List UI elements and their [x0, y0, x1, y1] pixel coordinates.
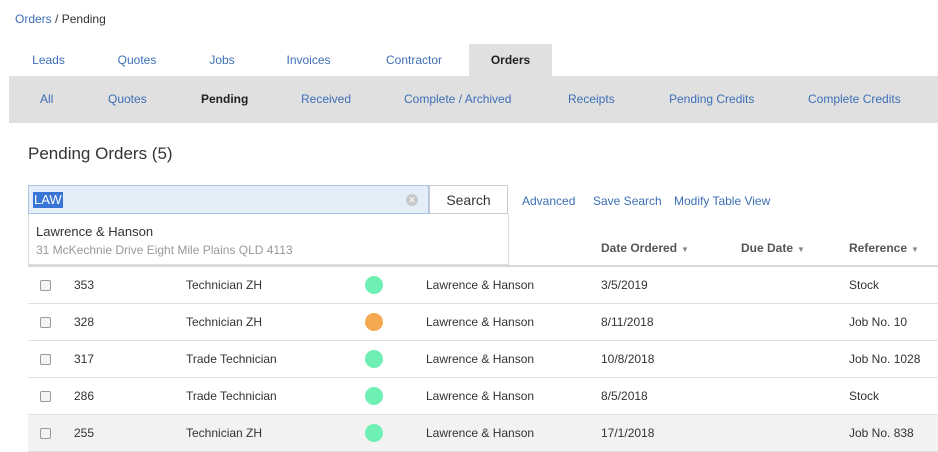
- order-id: 353: [74, 278, 95, 292]
- supplier-name: Lawrence & Hanson: [426, 352, 535, 366]
- staff-name: Technician ZH: [186, 278, 263, 292]
- staff-name: Trade Technician: [186, 389, 277, 403]
- staff-name: Trade Technician: [186, 352, 277, 366]
- row-checkbox[interactable]: [40, 428, 51, 439]
- status-dot: [365, 387, 383, 405]
- date-ordered: 17/1/2018: [601, 426, 655, 440]
- tab-orders[interactable]: Orders: [469, 44, 552, 76]
- date-ordered: 8/11/2018: [601, 315, 654, 329]
- staff-name: Technician ZH: [186, 426, 263, 440]
- search-selected-text: LAW: [33, 192, 63, 208]
- row-checkbox[interactable]: [40, 280, 51, 291]
- page-title: Pending Orders (5): [28, 144, 173, 163]
- subnav-pending[interactable]: Pending: [201, 76, 248, 123]
- reference: Job No. 1028: [849, 352, 921, 366]
- status-dot: [365, 276, 383, 294]
- table-row[interactable]: 255 Technician ZH Lawrence & Hanson 17/1…: [28, 415, 938, 452]
- subnav-receipts[interactable]: Receipts: [568, 76, 615, 123]
- tab-quotes[interactable]: Quotes: [88, 44, 186, 76]
- tab-invoices[interactable]: Invoices: [258, 44, 359, 76]
- save-search-link[interactable]: Save Search: [593, 194, 662, 208]
- subnav-complete-archived[interactable]: Complete / Archived: [404, 76, 511, 123]
- date-ordered: 8/5/2018: [601, 389, 648, 403]
- order-id: 255: [74, 426, 95, 440]
- breadcrumb: Orders / Pending: [15, 12, 106, 26]
- table-row[interactable]: 286 Trade Technician Lawrence & Hanson 8…: [28, 378, 938, 415]
- status-dot: [365, 424, 383, 442]
- module-tabs: Leads Quotes Jobs Invoices Contractor Or…: [9, 44, 552, 76]
- supplier-name: Lawrence & Hanson: [426, 389, 535, 403]
- search-suggestion[interactable]: Lawrence & Hanson 31 McKechnie Drive Eig…: [28, 214, 509, 265]
- order-id: 328: [74, 315, 95, 329]
- column-date-ordered[interactable]: Date Ordered ▼: [601, 241, 689, 255]
- breadcrumb-separator: /: [55, 12, 59, 26]
- table-row[interactable]: 353 Technician ZH Lawrence & Hanson 3/5/…: [28, 267, 938, 304]
- search-input[interactable]: [29, 186, 428, 213]
- breadcrumb-orders-link[interactable]: Orders: [15, 12, 52, 26]
- date-ordered: 3/5/2019: [601, 278, 648, 292]
- breadcrumb-current: Pending: [61, 12, 106, 26]
- modify-table-view-link[interactable]: Modify Table View: [674, 194, 770, 208]
- supplier-name: Lawrence & Hanson: [426, 426, 535, 440]
- date-ordered: 10/8/2018: [601, 352, 655, 366]
- reference: Stock: [849, 278, 880, 292]
- row-checkbox[interactable]: [40, 354, 51, 365]
- reference: Stock: [849, 389, 880, 403]
- subnav-complete-credits[interactable]: Complete Credits: [808, 76, 901, 123]
- tab-jobs[interactable]: Jobs: [186, 44, 258, 76]
- tab-leads[interactable]: Leads: [9, 44, 88, 76]
- supplier-name: Lawrence & Hanson: [426, 278, 535, 292]
- search-button[interactable]: Search: [429, 185, 508, 214]
- table-row[interactable]: 328 Technician ZH Lawrence & Hanson 8/11…: [28, 304, 938, 341]
- column-due-date[interactable]: Due Date ▼: [741, 241, 805, 255]
- reference: Job No. 838: [849, 426, 914, 440]
- status-dot: [365, 350, 383, 368]
- table-row[interactable]: 317 Trade Technician Lawrence & Hanson 1…: [28, 341, 938, 378]
- advanced-search-link[interactable]: Advanced: [522, 194, 575, 208]
- reference: Job No. 10: [849, 315, 908, 329]
- caret-down-icon: ▼: [797, 245, 805, 254]
- subnav-all[interactable]: All: [40, 76, 53, 123]
- subnav-quotes[interactable]: Quotes: [108, 76, 147, 123]
- orders-subnav: All Quotes Pending Received Complete / A…: [9, 76, 938, 123]
- order-id: 286: [74, 389, 95, 403]
- order-id: 317: [74, 352, 95, 366]
- tab-contractor[interactable]: Contractor: [359, 44, 469, 76]
- caret-down-icon: ▼: [911, 245, 919, 254]
- caret-down-icon: ▼: [681, 245, 689, 254]
- column-reference[interactable]: Reference ▼: [849, 241, 919, 255]
- subnav-pending-credits[interactable]: Pending Credits: [669, 76, 754, 123]
- suggestion-name: Lawrence & Hanson: [36, 224, 154, 239]
- clear-circle-icon[interactable]: ✕: [406, 194, 418, 206]
- column-due-date-label: Due Date: [741, 241, 794, 255]
- subnav-received[interactable]: Received: [301, 76, 351, 123]
- suggestion-address: 31 McKechnie Drive Eight Mile Plains QLD…: [36, 243, 293, 257]
- search-field[interactable]: LAW ✕: [28, 185, 429, 214]
- supplier-name: Lawrence & Hanson: [426, 315, 535, 329]
- row-checkbox[interactable]: [40, 317, 51, 328]
- column-date-ordered-label: Date Ordered: [601, 241, 678, 255]
- column-reference-label: Reference: [849, 241, 908, 255]
- row-checkbox[interactable]: [40, 391, 51, 402]
- status-dot: [365, 313, 383, 331]
- staff-name: Technician ZH: [186, 315, 263, 329]
